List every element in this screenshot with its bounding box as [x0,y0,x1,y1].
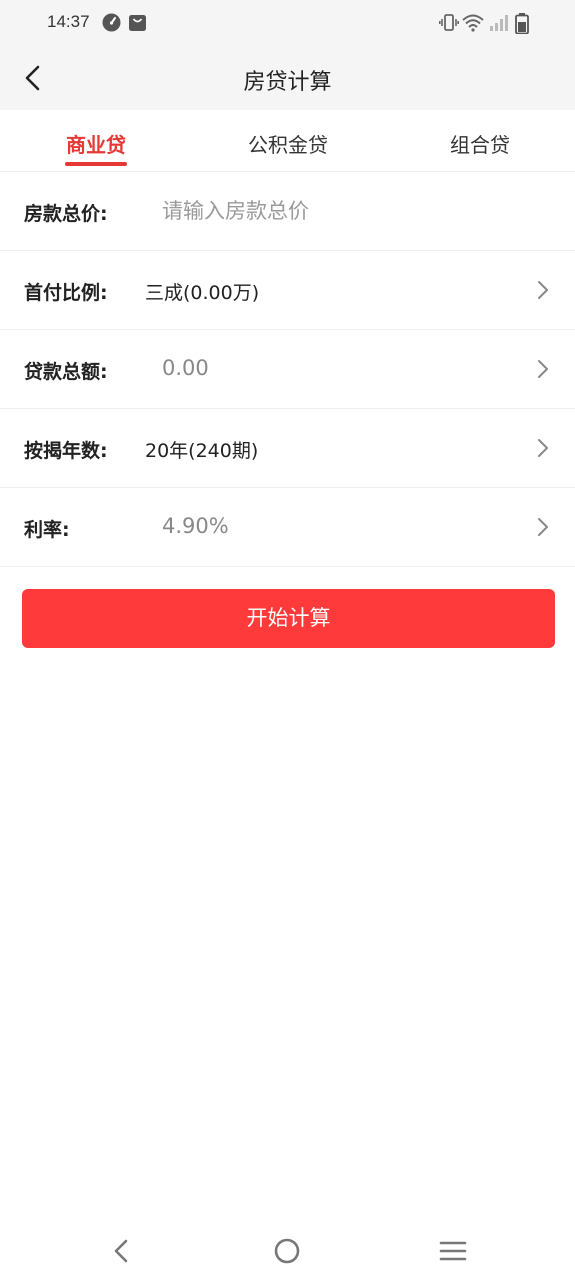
signal-icon [489,13,509,36]
bag-icon [128,13,147,36]
start-calculation-button[interactable]: 开始计算 [22,589,555,648]
loan-total-label: 贷款总额: [24,361,108,383]
down-payment-label: 首付比例: [24,282,108,304]
loan-years-label: 按揭年数: [24,440,108,462]
tab-combined-loan[interactable]: 组合贷 [384,110,575,172]
status-time: 14:37 [47,12,90,31]
total-price-row: 房款总价: [0,172,575,251]
status-bar: 14:37 [0,0,575,46]
loan-years-row[interactable]: 按揭年数: 20年(240期) [0,409,575,488]
down-payment-row[interactable]: 首付比例: 三成(0.00万) [0,251,575,330]
rate-label: 利率: [24,519,70,541]
nav-menu-button[interactable] [436,1234,470,1268]
chevron-right-icon [538,518,548,536]
system-nav-bar [0,1218,575,1280]
loan-years-value: 20年(240期) [145,440,259,462]
nav-back-button[interactable] [104,1234,138,1268]
wifi-icon [462,13,484,36]
vibrate-icon [439,13,459,36]
total-price-input[interactable] [162,194,522,228]
chevron-right-icon [538,360,548,378]
app-bar: 房贷计算 [0,46,575,110]
nav-menu-icon [439,1241,467,1261]
rate-value: 4.90% [162,514,229,538]
nav-back-icon [114,1239,128,1263]
battery-icon [515,13,529,38]
chevron-right-icon [538,439,548,457]
loan-total-row[interactable]: 贷款总额: 0.00 [0,330,575,409]
down-payment-value: 三成(0.00万) [145,282,260,304]
speedometer-icon [102,13,121,36]
loan-type-tabs: 商业贷 公积金贷 组合贷 [0,110,575,172]
nav-home-icon [274,1238,300,1264]
chevron-right-icon [538,281,548,299]
rate-row[interactable]: 利率: 4.90% [0,488,575,567]
loan-total-value: 0.00 [162,356,209,380]
nav-home-button[interactable] [270,1234,304,1268]
page-title: 房贷计算 [243,70,332,95]
active-tab-indicator [65,162,127,166]
total-price-label: 房款总价: [24,203,108,225]
tab-provident-fund-loan[interactable]: 公积金贷 [192,110,384,172]
